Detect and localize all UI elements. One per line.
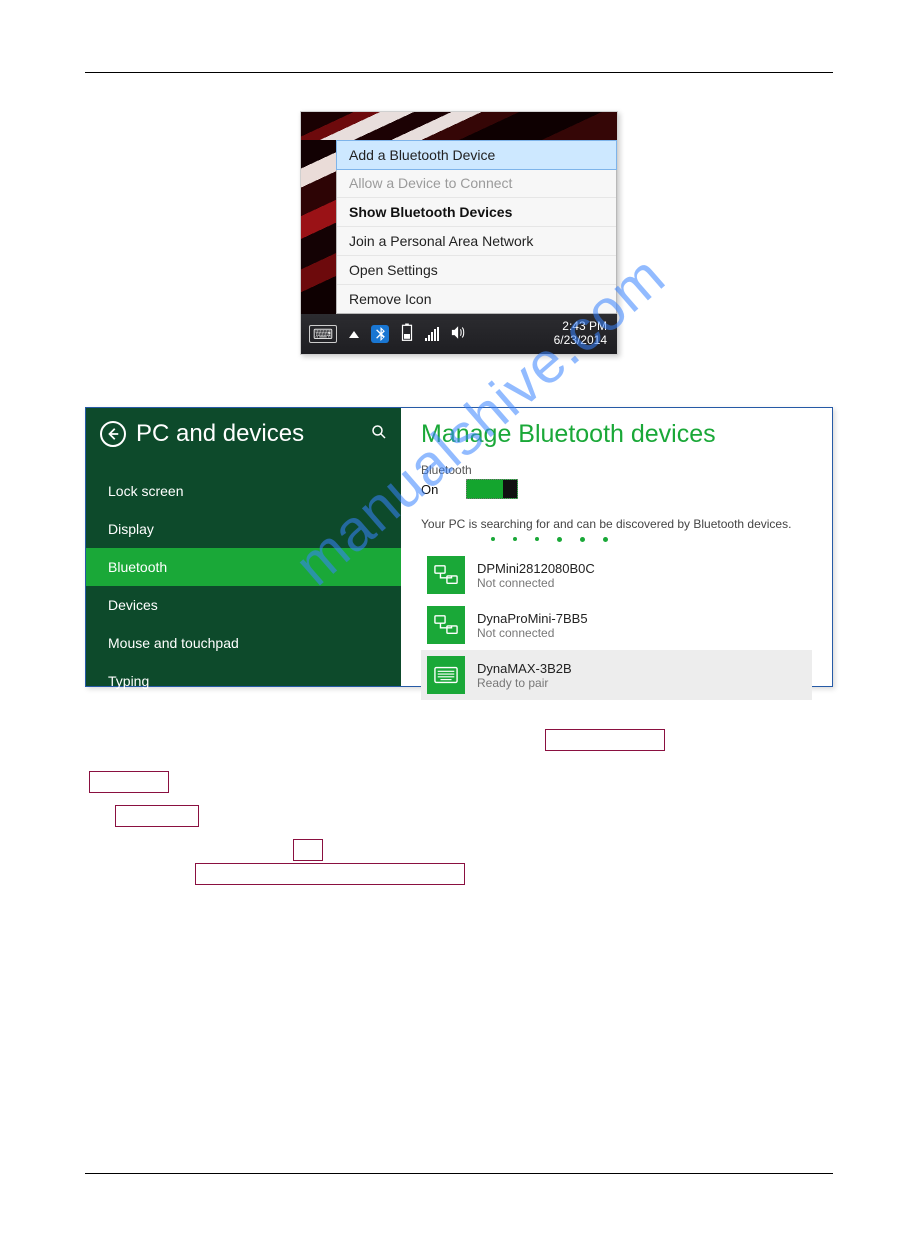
bluetooth-section-label: Bluetooth bbox=[421, 463, 812, 477]
clock-date: 6/23/2014 bbox=[554, 334, 607, 348]
sidebar-item-bluetooth[interactable]: Bluetooth bbox=[86, 548, 401, 586]
highlight-box bbox=[545, 729, 665, 751]
sidebar-item-typing[interactable]: Typing bbox=[86, 662, 401, 700]
device-row[interactable]: DPMini2812080B0C Not connected bbox=[421, 550, 812, 600]
bluetooth-pane: Manage Bluetooth devices Bluetooth On Yo… bbox=[401, 408, 832, 686]
taskbar: 2:43 PM 6/23/2014 bbox=[301, 314, 617, 354]
searching-progress-dots bbox=[491, 537, 812, 542]
bluetooth-status-text: Your PC is searching for and can be disc… bbox=[421, 517, 812, 531]
screenshot-bluetooth-tray-menu: Add a Bluetooth Device Allow a Device to… bbox=[85, 111, 833, 355]
device-name: DPMini2812080B0C bbox=[477, 561, 595, 576]
sidebar-item-mouse-touchpad[interactable]: Mouse and touchpad bbox=[86, 624, 401, 662]
menu-item-join-pan[interactable]: Join a Personal Area Network bbox=[337, 227, 616, 256]
back-button[interactable] bbox=[100, 421, 126, 447]
clock-time: 2:43 PM bbox=[554, 320, 607, 334]
volume-icon[interactable] bbox=[451, 325, 467, 344]
sidebar-item-devices[interactable]: Devices bbox=[86, 586, 401, 624]
search-icon[interactable] bbox=[371, 424, 387, 445]
menu-item-open-settings[interactable]: Open Settings bbox=[337, 256, 616, 285]
pane-title: Manage Bluetooth devices bbox=[421, 420, 812, 449]
highlight-box bbox=[195, 863, 465, 885]
network-signal-icon[interactable] bbox=[425, 327, 439, 341]
desktop-wallpaper-strip bbox=[301, 112, 617, 140]
desktop-wallpaper-left bbox=[301, 140, 336, 314]
device-row-selected[interactable]: DynaMAX-3B2B Ready to pair bbox=[421, 650, 812, 700]
menu-item-remove-icon[interactable]: Remove Icon bbox=[337, 285, 616, 313]
device-pair-icon bbox=[427, 606, 465, 644]
settings-header: PC and devices bbox=[86, 408, 401, 454]
highlight-row bbox=[85, 839, 833, 873]
screenshot-pc-and-devices: PC and devices Lock screen Display Bluet… bbox=[85, 407, 833, 687]
settings-title: PC and devices bbox=[136, 420, 304, 448]
device-pair-icon bbox=[427, 556, 465, 594]
bluetooth-context-menu: Add a Bluetooth Device Allow a Device to… bbox=[336, 140, 617, 314]
device-status: Not connected bbox=[477, 626, 588, 640]
highlight-row bbox=[85, 771, 833, 805]
sidebar-item-lock-screen[interactable]: Lock screen bbox=[86, 472, 401, 510]
menu-item-add-bluetooth-device[interactable]: Add a Bluetooth Device bbox=[336, 140, 617, 170]
settings-sidebar: PC and devices Lock screen Display Bluet… bbox=[86, 408, 401, 686]
battery-glyph-icon bbox=[401, 323, 413, 341]
bluetooth-tray-icon[interactable] bbox=[371, 325, 389, 343]
speaker-glyph-icon bbox=[451, 325, 467, 340]
bluetooth-toggle[interactable] bbox=[466, 479, 518, 499]
menu-item-allow-device-connect: Allow a Device to Connect bbox=[337, 169, 616, 198]
sidebar-item-display[interactable]: Display bbox=[86, 510, 401, 548]
highlight-box bbox=[89, 771, 169, 793]
device-name: DynaProMini-7BB5 bbox=[477, 611, 588, 626]
battery-icon[interactable] bbox=[401, 323, 413, 345]
bluetooth-glyph-icon bbox=[375, 327, 386, 341]
highlight-row bbox=[85, 729, 833, 763]
highlight-box bbox=[115, 805, 199, 827]
device-row[interactable]: DynaProMini-7BB5 Not connected bbox=[421, 600, 812, 650]
device-status: Not connected bbox=[477, 576, 595, 590]
device-status: Ready to pair bbox=[477, 676, 572, 690]
arrow-left-icon bbox=[106, 427, 120, 441]
bluetooth-toggle-state: On bbox=[421, 482, 438, 497]
highlight-box bbox=[293, 839, 323, 861]
touch-keyboard-icon[interactable] bbox=[309, 325, 337, 343]
tray-overflow-icon[interactable] bbox=[349, 331, 359, 338]
highlight-row bbox=[85, 805, 833, 839]
device-name: DynaMAX-3B2B bbox=[477, 661, 572, 676]
divider-bottom bbox=[85, 1173, 833, 1174]
menu-item-show-bluetooth-devices[interactable]: Show Bluetooth Devices bbox=[337, 198, 616, 227]
keyboard-device-icon bbox=[427, 656, 465, 694]
divider-top bbox=[85, 72, 833, 73]
taskbar-clock[interactable]: 2:43 PM 6/23/2014 bbox=[554, 320, 609, 348]
